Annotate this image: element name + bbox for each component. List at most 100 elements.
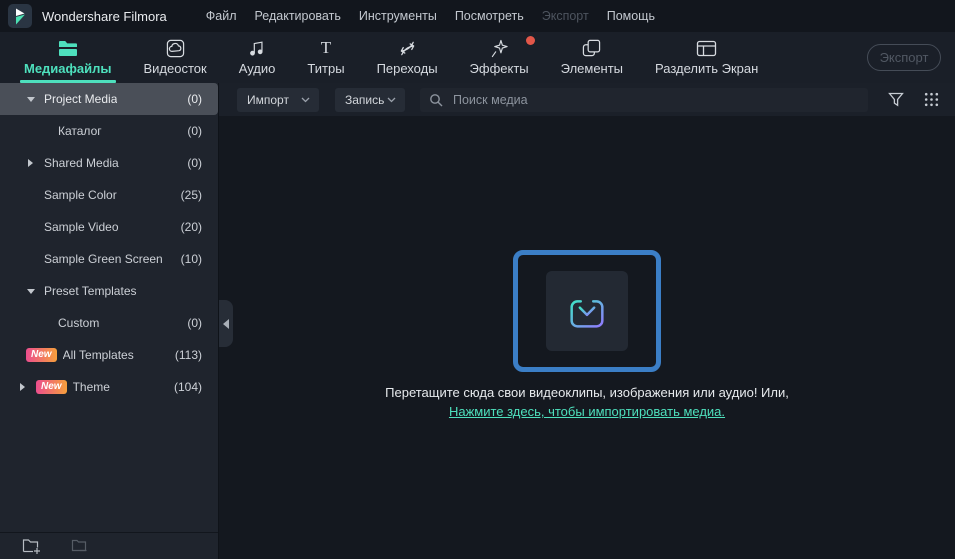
sidebar-item-count: (0) [187,92,202,106]
chevron-down-icon [301,97,310,103]
menu-export[interactable]: Экспорт [533,0,598,32]
sidebar-item-label: Project Media [44,92,118,106]
tab-label: Видеосток [143,61,207,76]
tab-icon-wrap [398,39,417,57]
tab-label: Переходы [376,61,438,76]
media-panel: Импорт Запись Поиск медиа Перетащите сюд… [219,83,955,559]
sidebar-item-theme[interactable]: New Theme (104) [0,371,218,403]
sidebar-item-count: (0) [187,156,202,170]
media-drop-area: Перетащите сюда свои видеоклипы, изображ… [219,116,955,559]
tab-elements[interactable]: Элементы [545,32,639,83]
sidebar-item-label: Preset Templates [44,284,137,298]
notification-dot [525,36,535,45]
import-dropdown[interactable]: Импорт [237,87,319,112]
dropzone-message: Перетащите сюда свои видеоклипы, изображ… [385,385,789,400]
sidebar-item-label: Sample Video [44,220,119,234]
import-dropzone[interactable] [513,250,661,372]
sidebar-item-count: (0) [187,316,202,330]
sidebar-item-catalog[interactable]: Каталог (0) [0,115,218,147]
sidebar-item-sample-green-screen[interactable]: Sample Green Screen (10) [0,243,218,275]
tab-audio[interactable]: Аудио [223,32,292,83]
stock-media-icon [166,39,185,58]
export-button[interactable]: Экспорт [867,44,941,71]
music-notes-icon [248,39,266,58]
new-badge: New [26,348,57,362]
sidebar-item-sample-color[interactable]: Sample Color (25) [0,179,218,211]
tab-transitions[interactable]: Переходы [361,32,454,83]
sidebar-item-all-templates[interactable]: New All Templates (113) [0,339,218,371]
tab-icon-wrap [582,39,601,57]
sidebar-item-count: (104) [173,380,202,394]
chevron-down-icon [387,97,396,103]
add-folder-button[interactable] [22,538,41,554]
tab-effects[interactable]: Эффекты [454,32,545,83]
sidebar-item-project-media[interactable]: Project Media (0) [0,83,218,115]
search-box[interactable] [420,87,868,112]
tab-split-screen[interactable]: Разделить Экран [639,32,774,83]
sidebar-item-label: Sample Green Screen [44,252,163,266]
tab-label: Разделить Экран [655,61,759,76]
download-media-icon [564,288,610,334]
sidebar-item-sample-video[interactable]: Sample Video (20) [0,211,218,243]
menu-file[interactable]: Файл [197,0,246,32]
sidebar-item-label: Custom [58,316,100,330]
sidebar-item-custom[interactable]: Custom (0) [0,307,218,339]
expander-down-icon[interactable] [26,286,35,296]
remove-folder-button[interactable] [71,539,88,553]
tab-titles[interactable]: T Титры [291,32,360,83]
media-library-sidebar: Project Media (0) Каталог (0) Shared Media (0… [0,83,219,559]
folder-icon [58,40,78,57]
menubar-items: Файл Редактировать Инструменты Посмотреть Эк… [197,0,664,32]
sidebar-item-shared-media[interactable]: Shared Media (0) [0,147,218,179]
elements-icon [582,39,601,58]
expander-right-icon[interactable] [18,382,27,392]
filmora-logo-icon [8,4,32,28]
menu-edit[interactable]: Редактировать [246,0,350,32]
tab-icon-wrap [58,39,78,57]
tabbar-tabs: Медиафайлы Видеосток Аудио T Титры Переходы Эф… [8,32,774,83]
tab-stock-media[interactable]: Видеосток [128,32,223,83]
tab-label: Титры [307,61,345,76]
search-input[interactable] [451,91,859,108]
expander-right-icon[interactable] [26,158,35,168]
sidebar-item-label: Каталог [58,124,102,138]
app-title: Wondershare Filmora [42,8,167,24]
sidebar-item-count: (10) [180,252,202,266]
grid-view-icon[interactable] [924,92,939,107]
media-toolbar: Импорт Запись [219,83,955,116]
sidebar-item-count: (113) [174,348,202,362]
tab-media-files[interactable]: Медиафайлы [8,32,128,83]
sidebar-tree: Project Media (0) Каталог (0) Shared Media (0… [0,83,218,403]
tab-icon-wrap [696,39,717,57]
filter-icon[interactable] [888,92,904,107]
import-dropzone-tile [546,271,628,351]
record-dropdown[interactable]: Запись [335,87,405,112]
tab-icon-wrap [248,39,266,57]
sidebar-item-count: (0) [187,124,202,138]
menu-tools[interactable]: Инструменты [350,0,446,32]
import-label: Импорт [247,92,289,107]
import-media-link[interactable]: Нажмите здесь, чтобы импортировать медиа… [449,404,725,419]
record-label: Запись [345,92,385,107]
transitions-icon [398,39,417,58]
sidebar-item-label: Sample Color [44,188,117,202]
expander-down-icon[interactable] [26,94,35,104]
tab-icon-wrap [490,36,535,58]
sidebar-item-label: All Templates [62,348,134,362]
menu-help[interactable]: Помощь [598,0,664,32]
sidebar-item-label: Shared Media [44,156,119,170]
menu-view[interactable]: Посмотреть [446,0,533,32]
menubar: Wondershare Filmora Файл Редактировать Инс… [0,0,955,32]
sidebar-bottom-bar [0,532,218,559]
tab-icon-wrap [166,39,185,57]
titles-icon: T [320,38,332,57]
tabbar: Медиафайлы Видеосток Аудио T Титры Переходы Эф… [0,32,955,83]
sidebar-collapse-handle[interactable] [219,300,233,347]
search-icon [429,93,443,107]
sidebar-item-preset-templates[interactable]: Preset Templates [0,275,218,307]
sidebar-item-count: (25) [180,188,202,202]
new-badge: New [36,380,67,394]
split-screen-icon [696,40,717,57]
effects-icon [490,39,509,58]
tab-label: Эффекты [469,61,529,76]
